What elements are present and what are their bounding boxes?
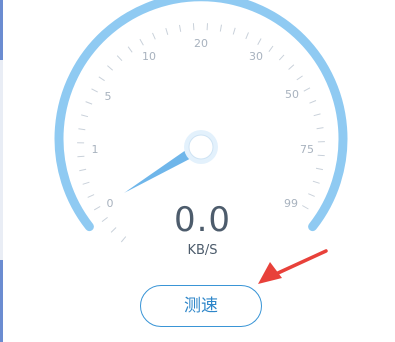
- scale-label-50: 50: [285, 88, 299, 101]
- gauge-tick: [296, 75, 303, 81]
- gauge-tick: [165, 27, 169, 35]
- needle-hub: [188, 134, 214, 160]
- gauge-tick: [315, 167, 323, 171]
- gauge-tick: [278, 54, 285, 61]
- gauge-tick: [302, 205, 309, 210]
- gauge-arc: [54, 0, 348, 232]
- gauge-tick: [232, 27, 236, 35]
- scale-label-99: 99: [284, 197, 298, 210]
- gauge-tick: [98, 76, 105, 82]
- scale-label-20: 20: [194, 37, 208, 50]
- arrow-shaft: [276, 249, 328, 275]
- gauge-tick: [82, 181, 90, 185]
- red-arrow-annotation: [258, 249, 328, 284]
- scale-label-30: 30: [249, 50, 263, 63]
- gauge-tick: [127, 46, 133, 53]
- gauge-tick: [192, 23, 195, 31]
- scale-label-0: 0: [107, 197, 114, 210]
- gauge-tick: [308, 193, 315, 197]
- scale-label-1: 1: [92, 143, 99, 156]
- speed-value: 0.0: [173, 200, 232, 240]
- gauge-tick: [219, 24, 222, 32]
- scale-label-5: 5: [105, 90, 112, 103]
- gauge-tick: [303, 87, 311, 92]
- gauge-tick: [87, 194, 95, 198]
- gauge-tick: [152, 32, 156, 40]
- gauge-tick: [288, 64, 295, 70]
- speed-test-panel: 0 1 5 10 20 30 50 75 99 0.0 KB/S 测速: [0, 0, 395, 342]
- gauge-tick: [309, 100, 317, 104]
- gauge-tick: [101, 216, 108, 223]
- gauge-tick: [79, 168, 87, 172]
- gauge-tick: [312, 180, 320, 184]
- gauge-tick: [139, 38, 144, 46]
- gauge-tick: [313, 113, 321, 117]
- gauge-tick: [120, 236, 127, 243]
- gauge-tick: [77, 155, 85, 158]
- scale-label-75: 75: [300, 143, 314, 156]
- gauge-tick: [85, 101, 93, 105]
- gauge-tick: [268, 45, 274, 52]
- gauge-tick: [257, 38, 262, 45]
- gauge-tick: [179, 24, 182, 32]
- gauge-tick: [316, 127, 324, 130]
- gauge-tick: [93, 205, 101, 211]
- gauge-tick: [110, 227, 117, 233]
- gauge-tick: [107, 65, 114, 71]
- gauge-tick: [78, 128, 86, 131]
- scale-label-10: 10: [142, 50, 156, 63]
- gauge-tick: [81, 114, 89, 118]
- speed-test-button[interactable]: 测速: [140, 285, 262, 327]
- gauge-tick: [116, 55, 123, 62]
- gauge-tick: [245, 32, 249, 40]
- speed-unit: KB/S: [187, 243, 218, 258]
- gauge-tick: [91, 88, 98, 93]
